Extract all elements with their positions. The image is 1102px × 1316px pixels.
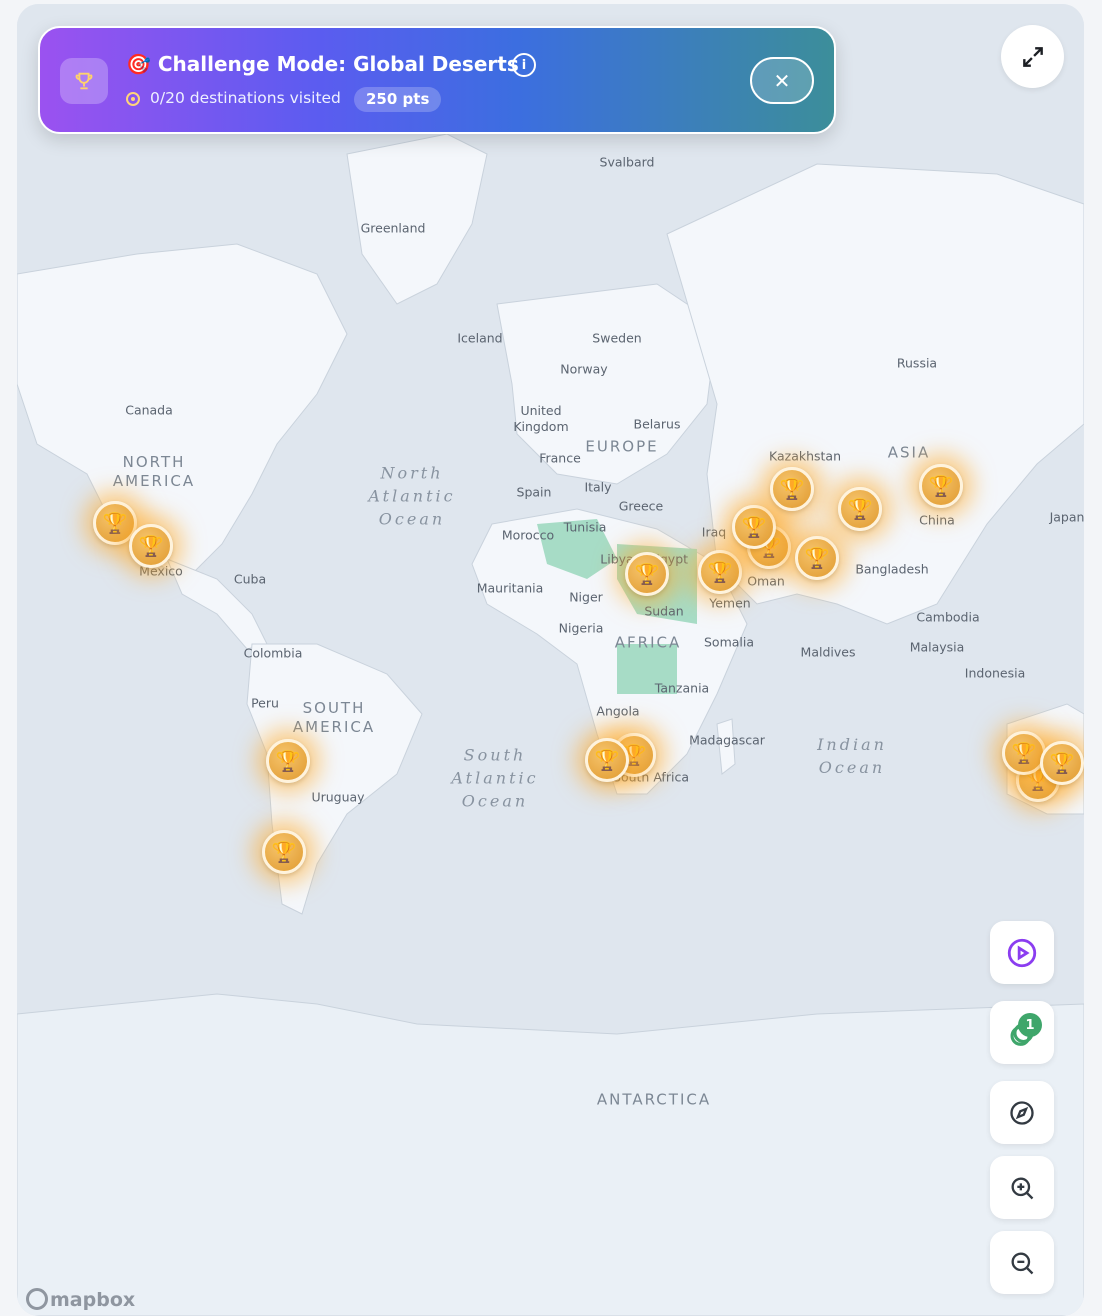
label-china: China (919, 512, 955, 528)
challenge-banner: 🎯 Challenge Mode: Global Deserts i 0/20 … (38, 26, 836, 134)
label-greece: Greece (618, 498, 664, 514)
label-indian-ocean: Indian Ocean (817, 735, 887, 777)
world-map[interactable] (17, 4, 1084, 1316)
info-icon[interactable]: i (512, 53, 536, 77)
zoom-in-button[interactable] (990, 1156, 1054, 1219)
points-badge: 250 pts (354, 87, 442, 112)
label-bangladesh: Bangladesh (855, 561, 929, 577)
label-iceland: Iceland (457, 330, 503, 346)
label-italy: Italy (584, 479, 612, 495)
expand-icon (1022, 46, 1043, 67)
label-madagascar: Madagascar (689, 732, 765, 748)
destination-marker[interactable]: 🏆 (770, 467, 814, 511)
label-belarus: Belarus (633, 416, 681, 432)
label-spain: Spain (516, 484, 552, 500)
mapbox-logo[interactable]: mapbox (26, 1288, 135, 1311)
label-north-atlantic: North Atlantic Ocean (368, 463, 456, 529)
label-angola: Angola (596, 703, 640, 719)
destination-marker[interactable]: 🏆 (1040, 741, 1084, 785)
compass-button[interactable] (990, 1081, 1054, 1144)
label-yemen: Yemen (709, 595, 751, 611)
label-kazakhstan: Kazakhstan (768, 448, 842, 464)
destination-marker[interactable]: 🏆 (266, 739, 310, 783)
destination-marker[interactable]: 🏆 (1002, 731, 1046, 775)
play-circle-icon (1007, 938, 1037, 967)
destination-marker[interactable]: 🏆 (262, 830, 306, 874)
label-greenland: Greenland (360, 220, 426, 236)
label-south-america: SOUTH AMERICA (292, 699, 376, 736)
label-antarctica: ANTARCTICA (596, 1090, 712, 1109)
label-iraq: Iraq (701, 524, 727, 540)
label-malaysia: Malaysia (909, 639, 965, 655)
label-asia: ASIA (887, 443, 931, 462)
label-maldives: Maldives (800, 644, 856, 660)
label-tunisia: Tunisia (563, 519, 607, 535)
land-antarctica (17, 993, 1084, 1316)
label-africa: AFRICA (614, 633, 682, 652)
label-morocco: Morocco (501, 527, 555, 543)
label-mauritania: Mauritania (476, 580, 544, 596)
zoom-in-icon (1011, 1177, 1034, 1199)
progress-text: 0/20 destinations visited (150, 89, 341, 107)
destination-marker[interactable]: 🏆 (129, 524, 173, 568)
challenge-title: 🎯 Challenge Mode: Global Deserts (126, 52, 519, 76)
label-france: France (539, 450, 581, 466)
label-russia: Russia (896, 355, 938, 371)
label-indonesia: Indonesia (964, 665, 1026, 681)
destination-marker[interactable]: 🏆 (838, 487, 882, 531)
label-norway: Norway (560, 361, 608, 377)
destination-marker[interactable]: 🏆 (625, 552, 669, 596)
destination-marker[interactable]: 🏆 (795, 536, 839, 580)
label-cuba: Cuba (233, 571, 267, 587)
label-canada: Canada (125, 402, 173, 418)
layers-button[interactable]: 1 (990, 1001, 1054, 1064)
label-sudan: Sudan (644, 603, 684, 619)
label-cambodia: Cambodia (916, 609, 980, 625)
destination-marker[interactable]: 🏆 (919, 464, 963, 508)
trophy-icon (60, 58, 108, 104)
label-north-america: NORTH AMERICA (112, 453, 196, 490)
zoom-out-button[interactable] (990, 1231, 1054, 1294)
label-united-kingdom: United Kingdom (513, 403, 569, 434)
destination-marker[interactable]: 🏆 (585, 738, 629, 782)
target-icon (126, 92, 140, 106)
label-niger: Niger (569, 589, 603, 605)
label-somalia: Somalia (703, 634, 755, 650)
compass-icon (1010, 1100, 1034, 1125)
zoom-out-icon (1011, 1252, 1034, 1274)
destination-marker[interactable]: 🏆 (732, 505, 776, 549)
label-svalbard: Svalbard (599, 154, 655, 170)
map-canvas[interactable]: Svalbard Greenland Iceland Sweden Norway… (17, 4, 1084, 1316)
play-tour-button[interactable] (990, 921, 1054, 984)
fullscreen-button[interactable] (1001, 25, 1064, 88)
label-oman: Oman (747, 573, 785, 589)
label-sweden: Sweden (592, 330, 642, 346)
label-uruguay: Uruguay (311, 789, 365, 805)
label-japan: Japan (1049, 509, 1084, 525)
label-peru: Peru (251, 695, 279, 711)
label-europe: EUROPE (585, 437, 659, 456)
layers-count-badge: 1 (1018, 1013, 1042, 1037)
label-colombia: Colombia (243, 645, 303, 661)
label-south-atlantic: South Atlantic Ocean (451, 745, 539, 811)
close-challenge-button[interactable]: ✕ (750, 57, 814, 104)
destination-marker[interactable]: 🏆 (698, 550, 742, 594)
label-nigeria: Nigeria (558, 620, 604, 636)
label-tanzania: Tanzania (654, 680, 710, 696)
